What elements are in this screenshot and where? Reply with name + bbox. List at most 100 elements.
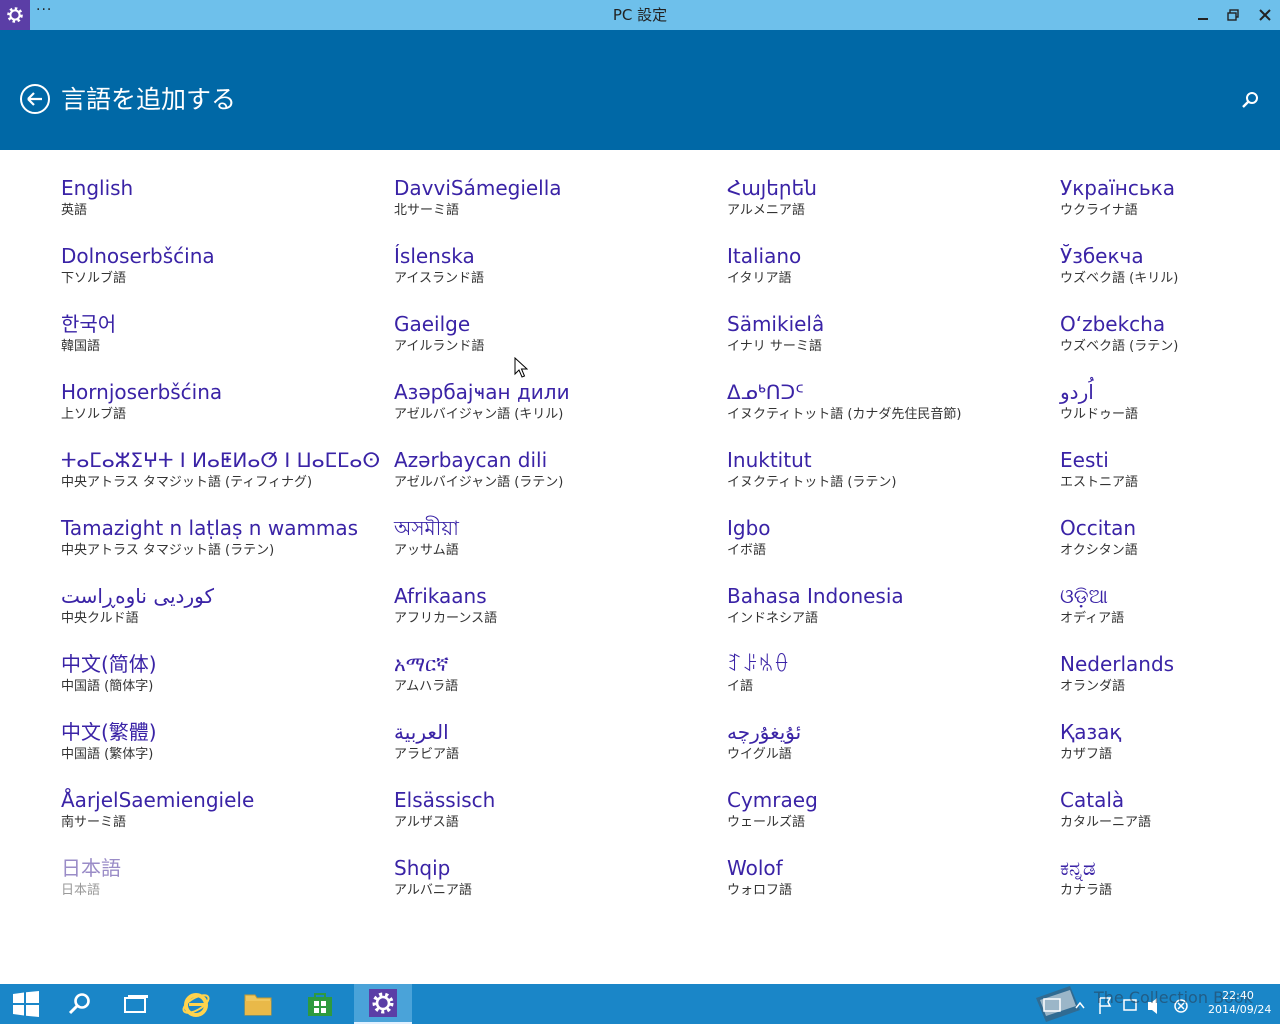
language-item[interactable]: Occitan オクシタン語	[1060, 490, 1280, 558]
language-item[interactable]: ಕನ್ನಡ カナラ語	[1060, 830, 1280, 898]
language-japanese-name: アルバニア語	[394, 883, 472, 898]
language-japanese-name: インドネシア語	[727, 611, 819, 626]
language-item[interactable]: Igbo イボ語	[727, 490, 1047, 558]
language-item[interactable]: ئۇيغۇرچە ウイグル語	[727, 694, 1047, 762]
language-japanese-name: アゼルバイジャン語 (ラテン)	[394, 475, 564, 490]
language-native-name: Dolnoserbšćina	[61, 244, 215, 268]
language-native-name: English	[61, 176, 134, 200]
language-japanese-name: 中央クルド語	[61, 611, 139, 626]
language-japanese-name: エストニア語	[1060, 475, 1139, 490]
windows-logo-icon	[13, 991, 39, 1017]
language-native-name: Ўзбекча	[1060, 244, 1144, 268]
language-item[interactable]: Hornjoserbšćina 上ソルブ語	[61, 354, 381, 422]
language-list: English 英語 Dolnoserbšćina 下ソルブ語 한국어 韓国語 Hornjo…	[0, 150, 1280, 940]
language-japanese-name: ウルドゥー語	[1060, 407, 1139, 422]
file-explorer-button[interactable]	[232, 984, 284, 1024]
language-native-name: Azərbaycan dili	[394, 448, 548, 472]
title-bar: ··· PC 設定	[0, 0, 1280, 30]
language-item[interactable]: Gaeilge アイルランド語	[394, 286, 714, 354]
language-item[interactable]: Cymraeg ウェールズ語	[727, 762, 1047, 830]
language-item[interactable]: Italiano イタリア語	[727, 218, 1047, 286]
language-item[interactable]: አማርኛ アムハラ語	[394, 626, 714, 694]
language-item[interactable]: Wolof ウォロフ語	[727, 830, 1047, 898]
language-japanese-name: 中央アトラス タマジット語 (ティフィナグ)	[61, 475, 313, 490]
language-item[interactable]: ꆈꌠꁱꂷ イ語	[727, 626, 1047, 694]
language-japanese-name: アルメニア語	[727, 203, 805, 218]
language-native-name: DavviSámegiella	[394, 176, 562, 200]
language-item[interactable]: 한국어 韓国語	[61, 286, 381, 354]
language-item[interactable]: English 英語	[61, 150, 381, 218]
language-item[interactable]: 中文(简体) 中国語 (簡体字)	[61, 626, 381, 694]
language-item[interactable]: Қазақ カザフ語	[1060, 694, 1280, 762]
mouse-pointer-icon	[514, 357, 528, 378]
language-item[interactable]: Tamazight n laṭlaṣ n wammas 中央アトラス タマジット語…	[61, 490, 381, 558]
language-item[interactable]: 中文(繁體) 中国語 (繁体字)	[61, 694, 381, 762]
language-item[interactable]: DavviSámegiella 北サーミ語	[394, 150, 714, 218]
task-view-button[interactable]	[110, 984, 162, 1024]
language-item[interactable]: ⵜⴰⵎⴰⵣⵉⵖⵜ ⵏ ⵍⴰⵟⵍⴰⵚ ⵏ ⵡⴰⵎⵎⴰⵙ 中央アトラス タマジット語 …	[61, 422, 381, 490]
minimize-button[interactable]	[1188, 0, 1218, 30]
language-japanese-name: カナラ語	[1060, 883, 1113, 898]
language-japanese-name: ウズベク語 (ラテン)	[1060, 339, 1179, 354]
language-item[interactable]: Dolnoserbšćina 下ソルブ語	[61, 218, 381, 286]
language-item[interactable]: Inuktitut イヌクティトット語 (ラテン)	[727, 422, 1047, 490]
language-native-name: Íslenska	[394, 244, 475, 268]
language-item[interactable]: O‘zbekcha ウズベク語 (ラテン)	[1060, 286, 1280, 354]
language-native-name: 中文(繁體)	[61, 720, 157, 744]
language-japanese-name: 下ソルブ語	[61, 271, 127, 286]
language-japanese-name: アゼルバイジャン語 (キリル)	[394, 407, 564, 422]
language-item[interactable]: Bahasa Indonesia インドネシア語	[727, 558, 1047, 626]
language-native-name: 中文(简体)	[61, 652, 157, 676]
language-japanese-name: カザフ語	[1060, 747, 1113, 762]
language-item[interactable]: Íslenska アイスランド語	[394, 218, 714, 286]
language-item[interactable]: Nederlands オランダ語	[1060, 626, 1280, 694]
language-japanese-name: 中央アトラス タマジット語 (ラテン)	[61, 543, 275, 558]
back-button[interactable]	[19, 83, 51, 115]
language-native-name: Українська	[1060, 176, 1175, 200]
language-native-name: Inuktitut	[727, 448, 812, 472]
language-item[interactable]: Shqip アルバニア語	[394, 830, 714, 898]
language-japanese-name: オディア語	[1060, 611, 1125, 626]
language-item[interactable]: Afrikaans アフリカーンス語	[394, 558, 714, 626]
language-native-name: ଓଡ଼ିଆ	[1060, 584, 1108, 608]
store-button[interactable]	[294, 984, 346, 1024]
clock[interactable]: 22:40 2014/09/24	[1208, 989, 1272, 1017]
minimize-icon	[1198, 18, 1208, 20]
language-item[interactable]: اُردو ウルドゥー語	[1060, 354, 1280, 422]
search-button[interactable]	[1240, 90, 1260, 110]
settings-taskbar-button[interactable]	[354, 984, 412, 1024]
taskbar	[0, 984, 1280, 1024]
language-native-name: Català	[1060, 788, 1125, 812]
start-button[interactable]	[0, 984, 52, 1024]
language-item[interactable]: Ўзбекча ウズベク語 (キリル)	[1060, 218, 1280, 286]
language-item[interactable]: Elsässisch アルザス語	[394, 762, 714, 830]
language-item[interactable]: অসমীয়া アッサム語	[394, 490, 714, 558]
language-item[interactable]: ଓଡ଼ିଆ オディア語	[1060, 558, 1280, 626]
language-item[interactable]: ᐃᓄᒃᑎᑐᑦ イヌクティトット語 (カナダ先住民音節)	[727, 354, 1047, 422]
language-japanese-name: イナリ サーミ語	[727, 339, 822, 354]
language-japanese-name: 英語	[61, 203, 88, 218]
language-item[interactable]: Català カタルーニア語	[1060, 762, 1280, 830]
language-item[interactable]: ÅarjelSaemiengiele 南サーミ語	[61, 762, 381, 830]
back-arrow-icon	[20, 84, 50, 114]
internet-explorer-button[interactable]	[170, 984, 222, 1024]
clock-date: 2014/09/24	[1208, 1003, 1272, 1016]
restore-button[interactable]	[1218, 0, 1248, 30]
taskbar-search-button[interactable]	[54, 984, 106, 1024]
file-explorer-icon	[244, 994, 272, 1016]
window-title: PC 設定	[612, 6, 668, 24]
language-native-name: Afrikaans	[394, 584, 487, 608]
language-item[interactable]: Eesti エストニア語	[1060, 422, 1280, 490]
language-native-name: 한국어	[61, 312, 117, 336]
language-japanese-name: イタリア語	[727, 271, 792, 286]
language-item[interactable]: العربية アラビア語	[394, 694, 714, 762]
language-item[interactable]: Azərbaycan dili アゼルバイジャン語 (ラテン)	[394, 422, 714, 490]
close-button[interactable]	[1250, 0, 1280, 30]
language-item[interactable]: Հայերեն アルメニア語	[727, 150, 1047, 218]
language-item[interactable]: کوردیی ناوەڕاست 中央クルド語	[61, 558, 381, 626]
language-native-name: العربية	[394, 720, 449, 744]
language-item[interactable]: Українська ウクライナ語	[1060, 150, 1280, 218]
language-item[interactable]: Азәрбајҹан дили アゼルバイジャン語 (キリル)	[394, 354, 714, 422]
language-japanese-name: ウズベク語 (キリル)	[1060, 271, 1179, 286]
language-item[interactable]: Sämikielâ イナリ サーミ語	[727, 286, 1047, 354]
